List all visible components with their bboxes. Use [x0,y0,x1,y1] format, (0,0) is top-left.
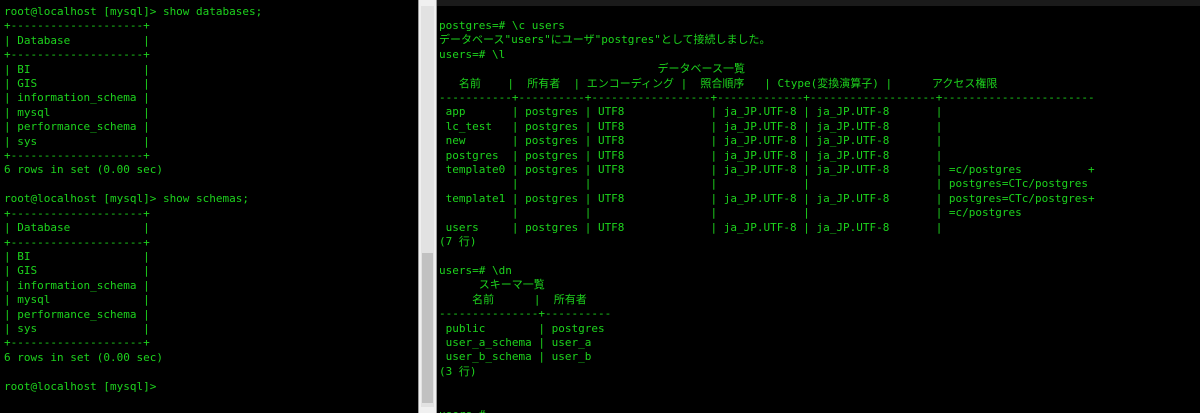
terminal-line: | performance_schema | [4,120,150,134]
terminal-line: データベース一覧 [439,62,745,76]
terminal-line: -----------+----------+-----------------… [439,91,1095,105]
terminal-line: root@localhost [mysql]> [4,379,157,393]
terminal-line: 6 rows in set (0.00 sec) [4,163,163,177]
terminal-line: (7 行) [439,235,477,249]
terminal-line: | BI | [4,62,150,76]
terminal-line: root@localhost [mysql]> show schemas; [4,192,250,206]
postgres-terminal-pane[interactable]: postgres=# \c users データベース"users"にユーザ"po… [437,0,1200,413]
terminal-line: +--------------------+ [4,206,150,220]
terminal-line: データベース"users"にユーザ"postgres"として接続しました。 [439,33,771,47]
terminal-line: lc_test | postgres | UTF8 | ja_JP.UTF-8 … [439,119,943,133]
terminal-line: user_b_schema | user_b [439,350,592,364]
terminal-line: 名前 | 所有者 [439,292,587,306]
terminal-line: +--------------------+ [4,336,150,350]
terminal-line: 名前 | 所有者 | エンコーディング | 照合順序 | Ctype(変換演算子… [439,76,998,90]
terminal-line: | | | | | =c/postgres [439,206,1022,220]
terminal-line: +--------------------+ [4,149,150,163]
terminal-line: postgres | postgres | UTF8 | ja_JP.UTF-8… [439,148,943,162]
terminal-line: users | postgres | UTF8 | ja_JP.UTF-8 | … [439,220,943,234]
terminal-line: 6 rows in set (0.00 sec) [4,350,163,364]
terminal-line: | GIS | [4,264,150,278]
terminal-line: +--------------------+ [4,48,150,62]
terminal-line: | performance_schema | [4,307,150,321]
terminal-line: | Database | [4,33,150,47]
terminal-line: root@localhost [mysql]> show databases; [4,5,263,18]
terminal-line: app | postgres | UTF8 | ja_JP.UTF-8 | ja… [439,105,943,119]
terminal-line: | sys | [4,134,150,148]
terminal-line: | | | | | postgres=CTc/postgres [439,177,1089,191]
terminal-line: public | postgres [439,321,605,335]
terminal-line: new | postgres | UTF8 | ja_JP.UTF-8 | ja… [439,134,943,148]
terminal-line: | BI | [4,249,150,263]
terminal-line: +--------------------+ [4,235,150,249]
terminal-line: スキーマ一覧 [439,278,545,292]
terminal-line: users=# [439,408,485,413]
terminal-line: users=# \dn [439,263,512,277]
pane-top-edge [437,0,1200,6]
terminal-line: | information_schema | [4,278,150,292]
terminal-line: user_a_schema | user_a [439,335,592,349]
terminal-line: template0 | postgres | UTF8 | ja_JP.UTF-… [439,163,1095,177]
terminal-line: users=# \l [439,47,506,61]
mysql-terminal-output: root@localhost [mysql]> show databases; … [0,0,418,394]
postgres-terminal-output: postgres=# \c users データベース"users"にユーザ"po… [437,0,1200,413]
terminal-line: | sys | [4,321,150,335]
terminal-line: | Database | [4,221,150,235]
terminal-line: ---------------+---------- [439,307,612,321]
terminal-line: | information_schema | [4,91,150,105]
terminal-line: (3 行) [439,364,477,378]
mysql-terminal-pane[interactable]: root@localhost [mysql]> show databases; … [0,0,418,413]
terminal-line: postgres=# \c users [439,19,565,32]
terminal-line: | mysql | [4,293,150,307]
pane-scrollbar[interactable] [418,0,437,413]
terminal-line: | GIS | [4,77,150,91]
terminal-line: +--------------------+ [4,19,150,33]
terminal-line: | mysql | [4,105,150,119]
terminal-line: template1 | postgres | UTF8 | ja_JP.UTF-… [439,191,1095,205]
scrollbar-thumb[interactable] [422,253,433,403]
